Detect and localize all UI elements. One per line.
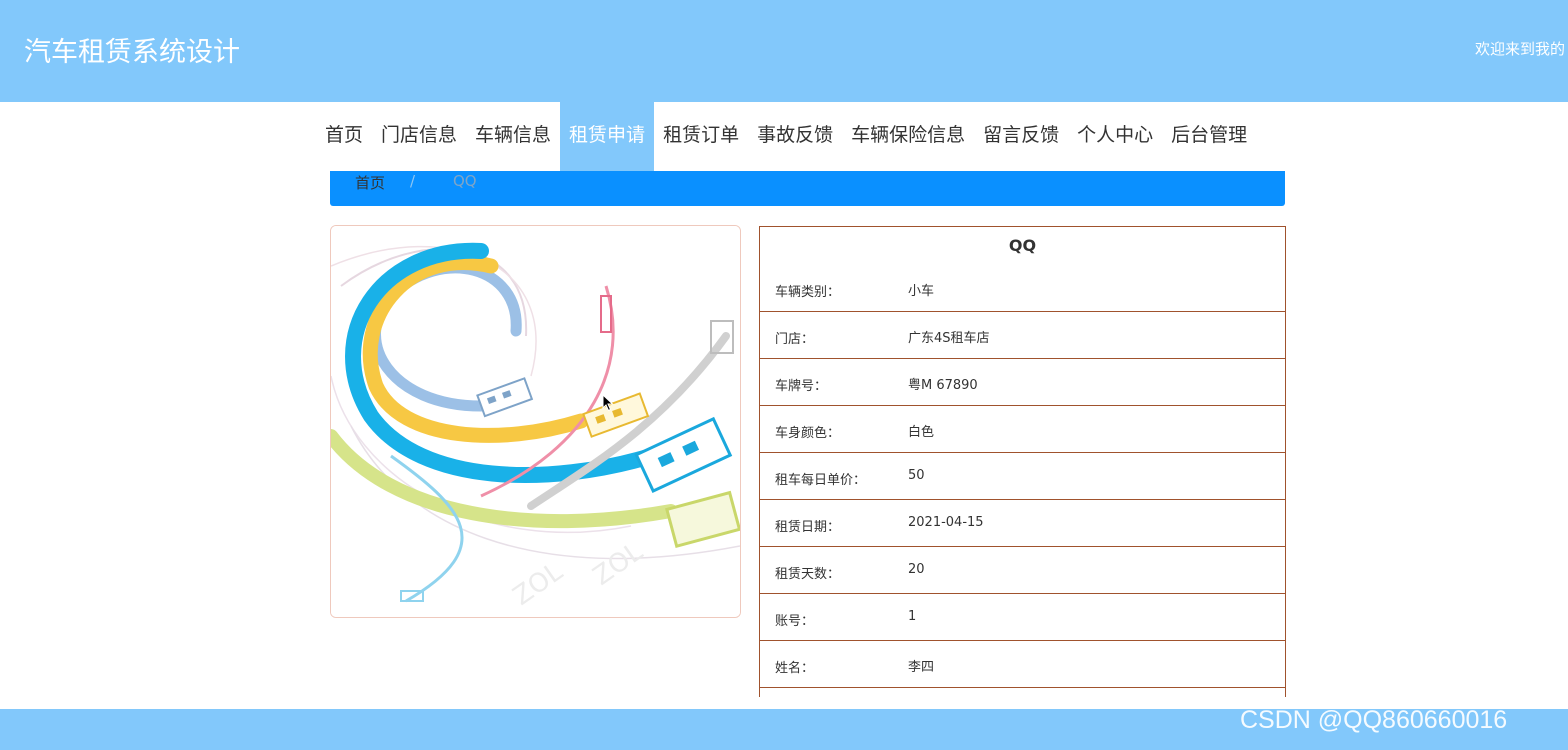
row-value: 粤M 67890 <box>908 378 978 393</box>
welcome-text: 欢迎来到我的 <box>1475 40 1566 58</box>
row-label: 车身颜色： <box>775 426 841 441</box>
detail-row-plate: 车牌号： 粤M 67890 <box>760 359 1285 406</box>
row-label: 姓名： <box>775 661 815 676</box>
breadcrumb-home[interactable]: 首页 <box>355 172 385 193</box>
breadcrumb-current: QQ <box>453 172 477 190</box>
nav-item-accident-feedback[interactable]: 事故反馈 <box>748 102 842 171</box>
breadcrumb-separator: / <box>410 172 416 190</box>
row-label: 租赁天数： <box>775 567 841 582</box>
detail-row-rental-days: 租赁天数： 20 <box>760 547 1285 594</box>
row-label: 门店： <box>775 332 815 347</box>
nav-item-vehicle-insurance[interactable]: 车辆保险信息 <box>842 102 974 171</box>
row-value: 李四 <box>908 660 935 675</box>
row-label: 车牌号： <box>775 379 828 394</box>
vehicle-image: ZOL ZOL <box>330 225 741 618</box>
detail-row-name: 姓名： 李四 <box>760 641 1285 688</box>
row-value: 广东4S租车店 <box>908 331 990 346</box>
nav-item-admin[interactable]: 后台管理 <box>1162 102 1256 171</box>
nav-item-personal-center[interactable]: 个人中心 <box>1068 102 1162 171</box>
row-label: 车辆类别： <box>775 285 841 300</box>
usb-cables-illustration: ZOL ZOL <box>331 226 740 617</box>
header: 汽车租赁系统设计 欢迎来到我的 <box>0 0 1568 102</box>
detail-row-store: 门店： 广东4S租车店 <box>760 312 1285 359</box>
row-label: 账号： <box>775 614 815 629</box>
nav-item-rental-orders[interactable]: 租赁订单 <box>654 102 748 171</box>
row-label: 租车每日单价： <box>775 473 867 488</box>
row-value: 1 <box>908 609 917 624</box>
nav-item-home[interactable]: 首页 <box>316 102 372 171</box>
site-title[interactable]: 汽车租赁系统设计 <box>24 30 240 69</box>
mouse-pointer-icon <box>602 394 614 412</box>
vehicle-detail-table: QQ 车辆类别： 小车 门店： 广东4S租车店 车牌号： 粤M 67890 车身… <box>759 226 1286 697</box>
nav-item-messages[interactable]: 留言反馈 <box>974 102 1068 171</box>
detail-row-rental-date: 租赁日期： 2021-04-15 <box>760 500 1285 547</box>
detail-title: QQ <box>1008 236 1037 255</box>
row-label: 租赁日期： <box>775 520 841 535</box>
row-value: 20 <box>908 562 925 577</box>
nav-item-rental-apply[interactable]: 租赁申请 <box>560 102 655 171</box>
row-value: 50 <box>908 468 925 483</box>
main-nav: 首页 门店信息 车辆信息 租赁申请 租赁订单 事故反馈 车辆保险信息 留言反馈 … <box>316 102 1256 171</box>
detail-row-category: 车辆类别： 小车 <box>760 265 1285 312</box>
row-value: 2021-04-15 <box>908 515 984 530</box>
row-value: 小车 <box>908 284 935 299</box>
nav-item-stores[interactable]: 门店信息 <box>372 102 466 171</box>
nav-item-vehicles[interactable]: 车辆信息 <box>466 102 560 171</box>
watermark: CSDN @QQ860660016 <box>1240 706 1508 734</box>
detail-row-color: 车身颜色： 白色 <box>760 406 1285 453</box>
detail-row-daily-price: 租车每日单价： 50 <box>760 453 1285 500</box>
detail-row-account: 账号： 1 <box>760 594 1285 641</box>
breadcrumb: 首页 / QQ <box>330 171 1285 206</box>
row-value: 白色 <box>908 425 935 440</box>
